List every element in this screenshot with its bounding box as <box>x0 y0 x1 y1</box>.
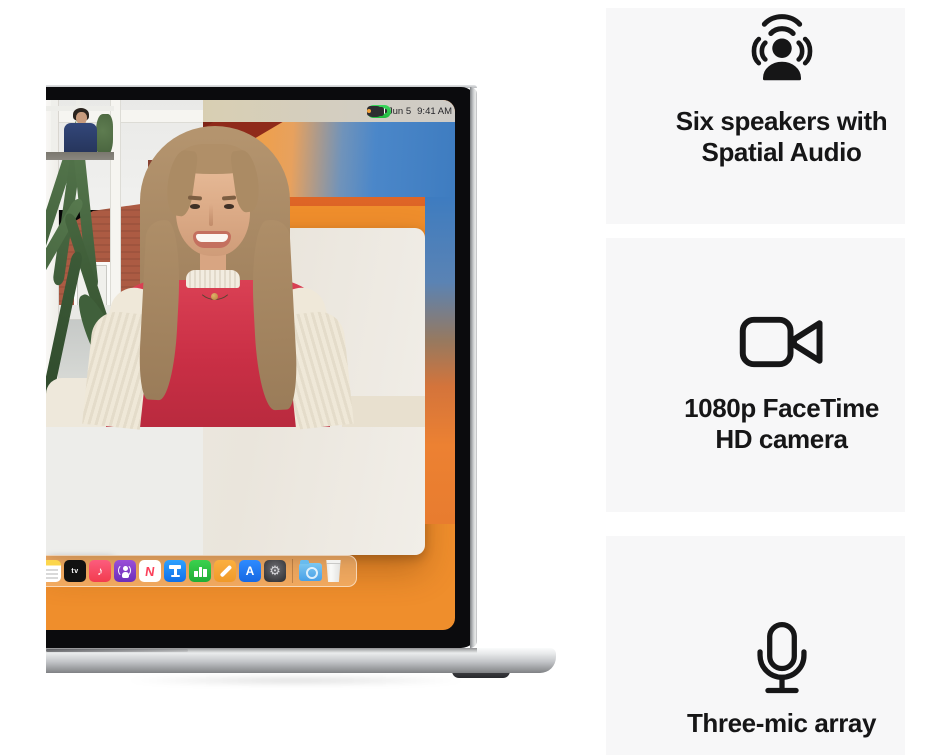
feature-panel-camera: 1080p FaceTime HD camera <box>606 238 905 512</box>
wallpaper-right <box>425 197 455 524</box>
menu-bar-status-items: Mon Jun 5 9:41 AM <box>367 100 452 122</box>
feature-caption: 1080p FaceTime HD camera <box>684 393 879 455</box>
lid-side-edge <box>470 87 477 648</box>
feature-line: Spatial Audio <box>676 137 887 168</box>
feature-panel-microphone: Three-mic array <box>606 536 905 755</box>
dock-divider <box>292 559 293 583</box>
dock-icon-pages[interactable] <box>214 560 236 582</box>
menu-bar-time[interactable]: 9:41 AM <box>417 106 452 117</box>
dock-icon-apple-tv[interactable]: tv <box>64 560 86 582</box>
feature-line: 1080p FaceTime <box>684 393 879 424</box>
macbook-feature-graphic: Mon Jun 5 9:41 AM <box>0 0 945 755</box>
dock-icon-notes[interactable] <box>46 560 61 582</box>
dock: tv ♪ N A ⚙ <box>46 555 357 587</box>
laptop-lid: Mon Jun 5 9:41 AM <box>46 87 477 648</box>
spatial-audio-icon <box>739 14 825 90</box>
dock-icon-app-store[interactable]: A <box>239 560 261 582</box>
video-camera-icon <box>739 313 825 371</box>
lid-seam <box>46 649 188 652</box>
laptop-display: Mon Jun 5 9:41 AM <box>46 100 455 630</box>
dock-icon-music[interactable]: ♪ <box>89 560 111 582</box>
feature-panel-speakers: Six speakers with Spatial Audio <box>606 8 905 224</box>
laptop-base <box>46 648 556 673</box>
feature-line: HD camera <box>684 424 879 455</box>
feature-line: Six speakers with <box>676 106 887 137</box>
dock-icon-numbers[interactable] <box>189 560 211 582</box>
dock-icon-trash[interactable] <box>325 560 342 582</box>
dock-icon-news[interactable]: N <box>139 560 161 582</box>
dock-icon-podcasts[interactable] <box>114 560 136 582</box>
facetime-window[interactable] <box>46 228 425 555</box>
dock-icon-keynote[interactable] <box>164 560 186 582</box>
feature-caption: Six speakers with Spatial Audio <box>676 106 887 168</box>
dock-icon-system-settings[interactable]: ⚙ <box>264 560 286 582</box>
feature-line: Three-mic array <box>687 708 876 739</box>
microphone-icon <box>751 622 813 694</box>
mic-in-use-dot <box>367 109 371 113</box>
couch <box>342 396 425 427</box>
feature-caption: Three-mic array <box>687 708 876 739</box>
dock-icon-downloads-folder[interactable] <box>299 563 322 581</box>
